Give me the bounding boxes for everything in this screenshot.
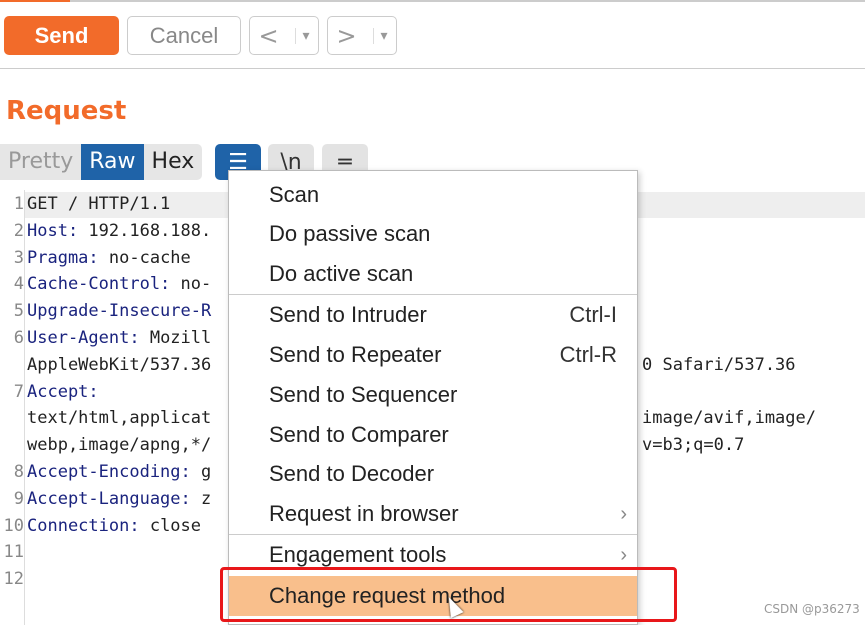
header-name: Connection: xyxy=(27,515,140,536)
code-line: GET / HTTP/1.1 xyxy=(27,194,170,214)
menu-item-request-in-browser[interactable]: Request in browser › xyxy=(229,494,637,534)
header-name: Accept-Language: xyxy=(27,488,191,509)
code-line: Accept: xyxy=(27,382,99,402)
line-number: 2 xyxy=(13,220,24,241)
menu-separator xyxy=(229,294,637,295)
header-value: close xyxy=(139,515,202,536)
watermark: CSDN @p36273 xyxy=(764,602,860,616)
line-number: 9 xyxy=(13,488,24,509)
menu-item-do-passive-scan[interactable]: Do passive scan xyxy=(229,214,637,254)
header-name: Accept-Encoding: xyxy=(27,462,191,482)
menu-item-send-to-intruder[interactable]: Send to Intruder Ctrl-I xyxy=(229,295,637,335)
dropdown-icon[interactable]: ▾ xyxy=(373,27,388,44)
header-name: Pragma: xyxy=(27,247,99,268)
header-value: g xyxy=(190,462,212,482)
code-line: AppleWebKit/537.36 xyxy=(27,355,211,375)
code-line: Host: 192.168.188. xyxy=(27,221,211,241)
back-button[interactable]: < ▾ xyxy=(249,16,319,55)
header-value: AppleWebKit/537.36 xyxy=(27,354,212,375)
header-value: no-cache xyxy=(98,247,191,268)
header-name: Accept: xyxy=(27,381,99,402)
menu-item-label: Send to Decoder xyxy=(269,461,435,486)
header-value: text/html,applicat xyxy=(27,408,212,429)
dropdown-icon[interactable]: ▾ xyxy=(295,27,310,44)
menu-item-label: Request in browser xyxy=(269,501,459,526)
code-line-tail: 0 Safari/537.36 xyxy=(642,354,796,375)
header-name: Cache-Control: xyxy=(27,274,171,295)
line-number: 8 xyxy=(13,462,24,482)
shortcut-label: Ctrl-I xyxy=(569,302,617,327)
shortcut-label: Ctrl-R xyxy=(559,342,617,367)
menu-item-scan[interactable]: Scan xyxy=(229,175,637,215)
line-number: 12 xyxy=(3,569,24,590)
send-button[interactable]: Send xyxy=(4,16,119,55)
tab-raw[interactable]: Raw xyxy=(81,144,144,180)
view-tabs: Pretty Raw Hex xyxy=(0,144,203,180)
menu-item-send-to-sequencer[interactable]: Send to Sequencer xyxy=(229,375,637,415)
menu-item-send-to-comparer[interactable]: Send to Comparer xyxy=(229,415,637,455)
line-number: 10 xyxy=(3,515,24,536)
top-divider xyxy=(0,0,865,2)
code-line: Upgrade-Insecure-R xyxy=(27,301,211,321)
line-number: 11 xyxy=(3,542,24,563)
header-name: GET / HTTP/1.1 xyxy=(27,194,171,214)
header-value: 192.168.188. xyxy=(78,220,212,241)
gutter xyxy=(24,190,25,625)
menu-item-send-to-decoder[interactable]: Send to Decoder xyxy=(229,454,637,494)
header-name: Host: xyxy=(27,220,79,241)
code-line: Connection: close xyxy=(27,516,201,536)
header-name: Upgrade-Insecure-R xyxy=(27,301,212,322)
menu-item-label: Do passive scan xyxy=(269,221,431,246)
forward-button[interactable]: > ▾ xyxy=(327,16,397,55)
menu-separator xyxy=(229,534,637,535)
menu-item-send-to-repeater[interactable]: Send to Repeater Ctrl-R xyxy=(229,335,637,375)
tab-pretty[interactable]: Pretty xyxy=(0,144,81,180)
code-line: User-Agent: Mozill xyxy=(27,328,211,348)
code-line: Accept-Encoding: g xyxy=(27,462,211,482)
code-line: Pragma: no-cache xyxy=(27,248,191,268)
code-line-tail: image/avif,image/ xyxy=(642,408,816,429)
header-value: z xyxy=(190,488,212,509)
line-number: 6 xyxy=(13,328,24,348)
line-number: 3 xyxy=(13,247,24,268)
chevron-right-icon: > xyxy=(336,21,357,50)
menu-item-label: Do active scan xyxy=(269,261,414,286)
chevron-right-icon: › xyxy=(620,502,627,525)
menu-item-label: Scan xyxy=(269,182,320,207)
tab-hex[interactable]: Hex xyxy=(144,144,203,180)
line-number: 7 xyxy=(13,381,24,402)
menu-item-label: Send to Repeater xyxy=(269,342,442,367)
header-value: webp,image/apng,*/ xyxy=(27,435,212,456)
menu-item-label: Send to Sequencer xyxy=(269,382,458,407)
header-name: User-Agent: xyxy=(27,328,140,348)
chevron-right-icon: › xyxy=(620,543,627,566)
code-line-tail: v=b3;q=0.7 xyxy=(642,435,745,456)
panel-title: Request xyxy=(6,96,127,126)
code-line: webp,image/apng,*/ xyxy=(27,435,211,455)
divider xyxy=(0,68,865,69)
code-line: Accept-Language: z xyxy=(27,489,211,509)
menu-item-label: Send to Comparer xyxy=(269,422,449,447)
header-value: no- xyxy=(170,274,212,295)
code-line: Cache-Control: no- xyxy=(27,274,211,294)
line-number: 5 xyxy=(13,301,24,322)
context-menu: Scan Do passive scan Do active scan Send to… xyxy=(228,170,638,625)
line-number: 1 xyxy=(13,194,24,214)
menu-item-label: Send to Intruder xyxy=(269,302,427,327)
code-line: text/html,applicat xyxy=(27,408,211,428)
menu-item-do-active-scan[interactable]: Do active scan xyxy=(229,254,637,294)
cancel-button[interactable]: Cancel xyxy=(127,16,241,55)
menu-item-label: Engagement tools xyxy=(269,542,447,567)
chevron-left-icon: < xyxy=(258,21,279,50)
line-number: 4 xyxy=(13,274,24,295)
header-value: Mozill xyxy=(139,328,212,348)
